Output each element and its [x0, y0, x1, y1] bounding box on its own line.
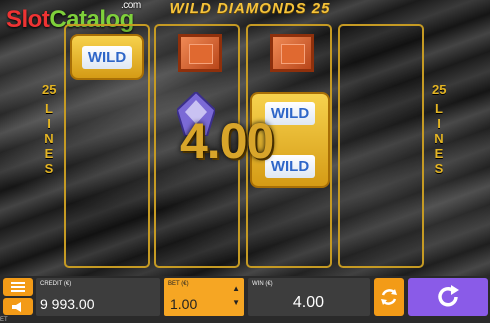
- speaker-icon: [12, 301, 21, 312]
- bet-label: BET (€): [168, 281, 189, 287]
- win-amount-display: 4.00: [180, 113, 274, 169]
- win-label: WIN (€): [252, 281, 273, 287]
- game-title: WILD DIAMONDS 25: [169, 0, 331, 17]
- spin-icon: [438, 285, 459, 307]
- sound-button[interactable]: [3, 298, 33, 315]
- lines-indicator-right: 25 LINES: [432, 82, 447, 176]
- credit-field: CREDIT (€) 9 993.00: [36, 278, 160, 316]
- bet-value: 1.00: [170, 296, 198, 312]
- ruby-symbol: [178, 34, 222, 72]
- bet-selector[interactable]: BET (€) 1.00 ▲ ▼: [164, 278, 244, 316]
- win-field: WIN (€) 4.00: [248, 278, 370, 316]
- lines-indicator-left: 25 LINES: [42, 82, 57, 176]
- reel-4: [338, 24, 424, 268]
- autoplay-icon: [381, 289, 397, 305]
- menu-button[interactable]: [3, 278, 33, 296]
- bet-down-arrow-icon[interactable]: ▼: [232, 296, 240, 310]
- credit-value: 9 993.00: [40, 296, 95, 312]
- corner-text: ET: [0, 317, 8, 323]
- credit-label: CREDIT (€): [40, 281, 72, 287]
- win-value: 4.00: [292, 294, 324, 311]
- bet-arrows[interactable]: ▲ ▼: [232, 282, 240, 310]
- menu-icon: [11, 282, 25, 292]
- bet-up-arrow-icon[interactable]: ▲: [232, 282, 240, 296]
- autoplay-button[interactable]: [374, 278, 404, 316]
- spin-button[interactable]: [408, 278, 488, 316]
- wild-symbol: WILD: [70, 34, 144, 80]
- ruby-symbol: [270, 34, 314, 72]
